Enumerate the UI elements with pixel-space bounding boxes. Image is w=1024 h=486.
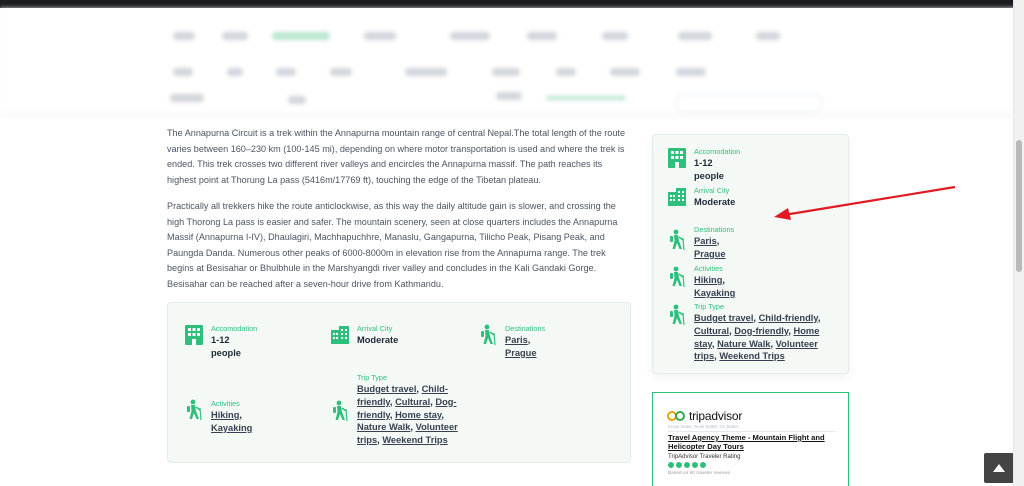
- trip-type-value: Budget travel, Child-friendly, Cultural,…: [357, 384, 458, 446]
- destination-link-paris[interactable]: Paris: [505, 335, 528, 345]
- divider: [668, 431, 835, 432]
- tripadvisor-listing-link[interactable]: Travel Agency Theme - Mountain Flight an…: [668, 433, 838, 452]
- rating-bubble: [692, 462, 698, 468]
- hiker-icon: [670, 304, 685, 326]
- trip-facts-panel: Accomodation 1-12 people Arrival City Mo…: [167, 302, 631, 463]
- hiker-icon: [187, 399, 202, 421]
- rating-label: TripAdvisor Traveler Rating: [668, 454, 741, 460]
- chevron-up-icon: [993, 464, 1005, 472]
- page-scrollbar[interactable]: [1013, 0, 1024, 486]
- tripadvisor-logo[interactable]: tripadvisor: [667, 409, 742, 423]
- scroll-to-top-button[interactable]: [984, 453, 1014, 483]
- rating-bubbles: [668, 462, 706, 468]
- sidebar-trip-link-cultural[interactable]: Cultural: [694, 326, 729, 336]
- rating-bubble: [684, 462, 690, 468]
- arrival-value: Moderate: [357, 335, 399, 345]
- activities-value: Hiking, Kayaking: [211, 410, 253, 433]
- owl-icon: [667, 410, 686, 422]
- annotation-arrow: [774, 185, 956, 220]
- sidebar-destination-link-paris[interactable]: Paris: [694, 236, 717, 246]
- sidebar-accomodation-value: 1-12 people: [694, 158, 724, 181]
- arrival-label: Arrival City: [357, 324, 393, 333]
- trip-type-label: Trip Type: [357, 373, 388, 382]
- site-navigation: [0, 8, 1024, 113]
- rating-bubble: [676, 462, 682, 468]
- activities-label: Activities: [211, 399, 240, 408]
- sidebar-activity-link-hiking[interactable]: Hiking: [694, 275, 722, 285]
- tripadvisor-tagline: Know better. Book better. Go better.: [668, 424, 740, 429]
- sidebar-destinations-label: Destinations: [694, 225, 735, 234]
- destinations-label: Destinations: [505, 324, 546, 333]
- activity-link-kayaking[interactable]: Kayaking: [211, 423, 252, 433]
- scrollbar-thumb[interactable]: [1016, 140, 1022, 272]
- browser-top-bar: [0, 0, 1024, 8]
- building-icon: [668, 148, 686, 168]
- city-icon: [668, 188, 686, 206]
- rating-bubble: [668, 462, 674, 468]
- sidebar-arrival-label: Arrival City: [694, 186, 730, 195]
- sidebar-trip-type-value: Budget travel, Child-friendly, Cultural,…: [694, 313, 821, 362]
- sidebar-trip-link-nature-walk[interactable]: Nature Walk: [717, 339, 770, 349]
- trip-link-weekend[interactable]: Weekend Trips: [382, 435, 447, 445]
- sidebar-destination-link-prague[interactable]: Prague: [694, 249, 726, 259]
- sidebar-trip-link-dog-friendly[interactable]: Dog-friendly: [734, 326, 788, 336]
- tripadvisor-widget[interactable]: tripadvisor Know better. Book better. Go…: [652, 392, 849, 486]
- review-count: Based on 60 traveler reviews: [668, 471, 730, 476]
- intro-paragraph: The Annapurna Circuit is a trek within t…: [167, 128, 625, 185]
- sidebar-destinations-value: Paris, Prague: [694, 236, 726, 259]
- trip-link-nature-walk[interactable]: Nature Walk: [357, 422, 410, 432]
- sidebar-trip-link-weekend[interactable]: Weekend Trips: [719, 351, 784, 361]
- route-paragraph: Practically all trekkers hike the route …: [167, 201, 618, 289]
- sidebar-trip-link-budget[interactable]: Budget travel: [694, 313, 753, 323]
- accomodation-value: 1-12 people: [211, 335, 241, 358]
- sidebar-trip-link-child-friendly[interactable]: Child-friendly: [759, 313, 818, 323]
- hiker-icon: [670, 266, 685, 288]
- sidebar-trip-type-label: Trip Type: [694, 302, 725, 311]
- city-icon: [331, 326, 349, 344]
- hiker-icon: [481, 324, 496, 346]
- sidebar-accomodation-label: Accomodation: [694, 147, 741, 156]
- sidebar-arrival-value: Moderate: [694, 197, 736, 207]
- accomodation-label: Accomodation: [211, 324, 258, 333]
- hiker-icon: [333, 400, 348, 422]
- sidebar-activities-value: Hiking, Kayaking: [694, 275, 736, 298]
- activity-link-hiking[interactable]: Hiking: [211, 410, 239, 420]
- hiker-icon: [670, 229, 685, 251]
- tripadvisor-logo-text: tripadvisor: [689, 409, 743, 423]
- rating-bubble: [700, 462, 706, 468]
- sidebar-activities-label: Activities: [694, 264, 723, 273]
- trip-link-cultural[interactable]: Cultural: [395, 397, 430, 407]
- trip-link-home-stay[interactable]: Home stay: [395, 410, 441, 420]
- trip-link-budget[interactable]: Budget travel: [357, 384, 416, 394]
- destinations-value: Paris, Prague: [505, 335, 537, 358]
- building-icon: [185, 325, 203, 345]
- sidebar-trip-facts: Accomodation 1-12 people Arrival City Mo…: [652, 134, 849, 374]
- destination-link-prague[interactable]: Prague: [505, 348, 537, 358]
- sidebar-activity-link-kayaking[interactable]: Kayaking: [694, 288, 735, 298]
